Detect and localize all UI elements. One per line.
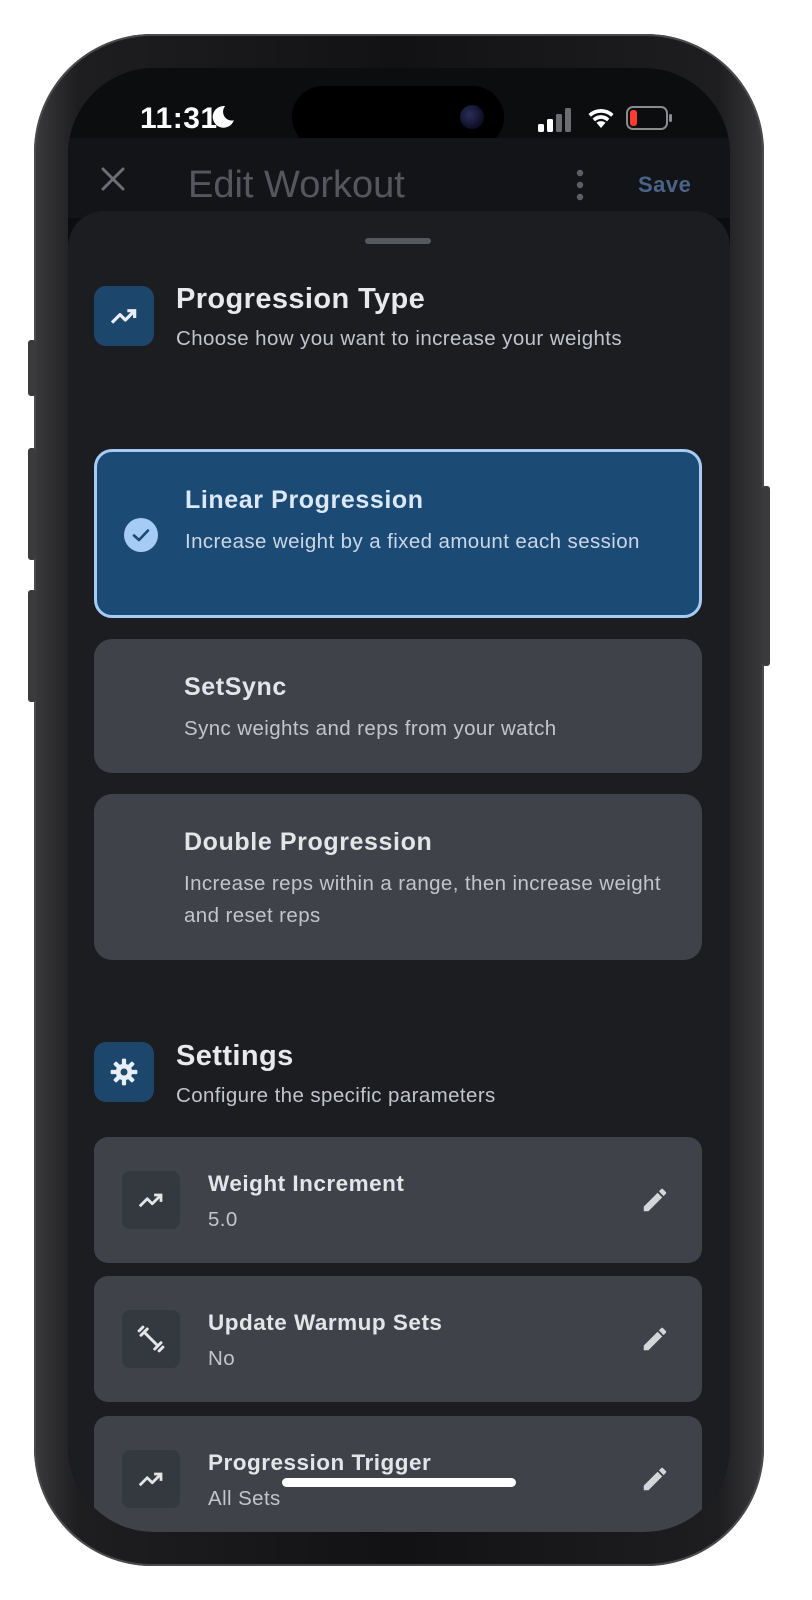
setting-icon — [122, 1310, 180, 1368]
volume-up-button — [28, 448, 36, 560]
progression-section-icon — [94, 286, 154, 346]
option-title: SetSync — [184, 673, 287, 701]
trending-up-icon — [138, 1472, 163, 1487]
setting-progression-trigger[interactable]: Progression Trigger All Sets — [94, 1416, 702, 1532]
screen: 11:31 Edit Workout Save Progression Type… — [68, 68, 730, 1532]
drag-handle[interactable] — [365, 238, 431, 244]
save-button[interactable]: Save — [638, 172, 691, 198]
trending-up-icon — [110, 309, 137, 324]
close-icon[interactable] — [98, 164, 128, 194]
option-setsync[interactable]: SetSync Sync weights and reps from your … — [94, 639, 702, 773]
pencil-icon[interactable] — [640, 1324, 670, 1354]
setting-label: Weight Increment — [208, 1171, 405, 1196]
wifi-icon — [588, 108, 614, 128]
setting-label: Progression Trigger — [208, 1450, 432, 1475]
setting-update-warmup-sets[interactable]: Update Warmup Sets No — [94, 1276, 702, 1402]
option-description: Increase reps within a range, then incre… — [184, 872, 661, 927]
option-description: Sync weights and reps from your watch — [184, 717, 557, 740]
pencil-icon[interactable] — [640, 1185, 670, 1215]
check-circle-icon — [124, 518, 158, 552]
power-button — [762, 486, 770, 666]
more-vert-icon[interactable] — [570, 168, 590, 202]
page-title: Edit Workout — [188, 164, 405, 206]
gear-icon — [110, 1058, 138, 1086]
bottom-sheet: Progression Type Choose how you want to … — [68, 211, 730, 1532]
battery-icon — [626, 106, 672, 130]
option-linear-progression[interactable]: Linear Progression Increase weight by a … — [94, 449, 702, 618]
option-double-progression[interactable]: Double Progression Increase reps within … — [94, 794, 702, 960]
settings-section-icon — [94, 1042, 154, 1102]
setting-icon — [122, 1171, 180, 1229]
dumbbell-icon — [137, 1325, 165, 1353]
settings-section-title: Settings — [176, 1040, 294, 1072]
setting-value: No — [208, 1347, 236, 1370]
pencil-icon[interactable] — [640, 1464, 670, 1494]
signal-icon — [538, 108, 571, 132]
progression-section-title: Progression Type — [176, 283, 426, 315]
moon-icon — [212, 106, 234, 128]
settings-section-subtitle: Configure the specific parameters — [176, 1084, 496, 1107]
setting-label: Update Warmup Sets — [208, 1310, 443, 1335]
progression-section-subtitle: Choose how you want to increase your wei… — [176, 327, 623, 350]
setting-weight-increment[interactable]: Weight Increment 5.0 — [94, 1137, 702, 1263]
status-time: 11:31 — [140, 102, 218, 135]
camera-icon — [460, 105, 484, 129]
option-title: Double Progression — [184, 828, 433, 856]
option-description: Increase weight by a fixed amount each s… — [185, 530, 640, 553]
action-button — [28, 340, 36, 396]
home-indicator[interactable] — [282, 1478, 516, 1487]
option-title: Linear Progression — [185, 486, 424, 514]
setting-value: 5.0 — [208, 1208, 238, 1231]
setting-icon — [122, 1450, 180, 1508]
trending-up-icon — [138, 1193, 163, 1208]
volume-down-button — [28, 590, 36, 702]
setting-value: All Sets — [208, 1487, 281, 1510]
